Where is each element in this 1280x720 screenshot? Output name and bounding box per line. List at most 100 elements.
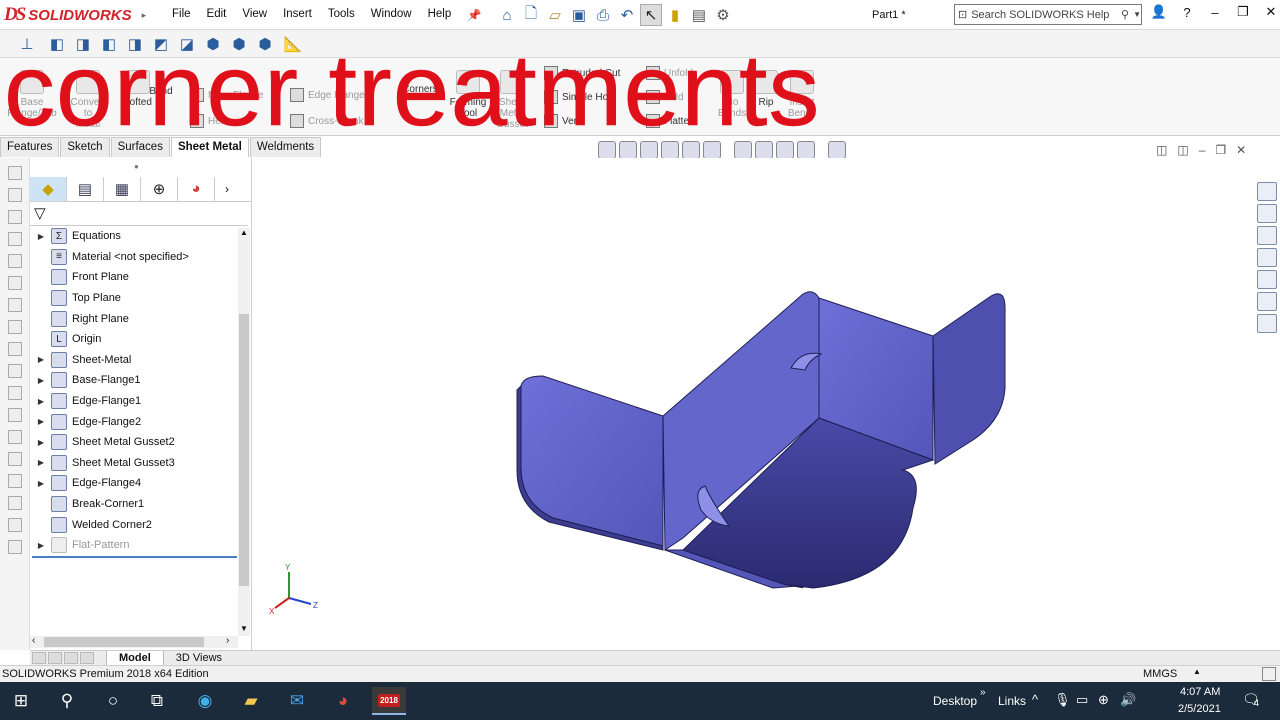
tree-item[interactable]: Front Plane	[30, 267, 238, 288]
print-icon[interactable]: ⎙	[592, 4, 614, 26]
tab-surfaces[interactable]: Surfaces	[110, 137, 170, 157]
tree-item[interactable]: Top Plane	[30, 288, 238, 309]
viewport-restore-button[interactable]: ❐	[1215, 143, 1226, 157]
strip-tool-3-icon[interactable]	[8, 210, 22, 224]
volume-icon[interactable]: 🔊	[1120, 692, 1136, 708]
search-dropdown-icon[interactable]: ▼	[1133, 10, 1141, 19]
view-settings-icon[interactable]	[828, 141, 846, 159]
edit-appearance-icon[interactable]	[776, 141, 794, 159]
viewport-close-button[interactable]: ✕	[1236, 143, 1246, 157]
display-manager-tab-icon[interactable]: ◕	[178, 176, 215, 201]
expand-arrow-icon[interactable]: ▶	[34, 438, 48, 447]
tree-item[interactable]: ▶ Sheet Metal Gusset3	[30, 453, 238, 474]
strip-tool-17-icon[interactable]	[8, 518, 22, 532]
expand-arrow-icon[interactable]: ▶	[34, 232, 48, 241]
restore-button[interactable]: ❐	[1232, 4, 1254, 20]
display-style-icon[interactable]	[734, 141, 752, 159]
edge-browser-icon[interactable]: ◉	[188, 687, 222, 715]
expand-arrow-icon[interactable]: ▶	[34, 355, 48, 364]
first-tab-nav-icon[interactable]	[32, 652, 46, 664]
custom-properties-icon[interactable]	[1257, 292, 1277, 311]
microphone-icon[interactable]: 🎙	[1054, 692, 1071, 708]
tab-model[interactable]: Model	[106, 650, 163, 666]
strip-tool-16-icon[interactable]	[8, 496, 22, 510]
horizontal-scroll-thumb[interactable]	[44, 637, 204, 647]
menu-help[interactable]: Help	[420, 6, 460, 24]
zoom-to-fit-icon[interactable]	[598, 141, 616, 159]
search-icon[interactable]: ⚲	[1121, 8, 1129, 21]
clock-date[interactable]: 2/5/2021	[1178, 703, 1221, 715]
graphics-viewport[interactable]: Y Z X	[253, 158, 1253, 650]
strip-tool-13-icon[interactable]	[8, 430, 22, 444]
strip-tool-8-icon[interactable]	[8, 320, 22, 334]
tree-item[interactable]: Break-Corner1	[30, 494, 238, 515]
strip-tool-11-icon[interactable]	[8, 386, 22, 400]
select-icon[interactable]: ↖	[640, 4, 662, 26]
tree-item[interactable]: ≡ Material <not specified>	[30, 247, 238, 268]
appearances-icon[interactable]	[1257, 270, 1277, 289]
hide-show-items-icon[interactable]	[755, 141, 773, 159]
tree-item[interactable]: ▶ Σ Equations	[30, 226, 238, 247]
tree-horizontal-scrollbar[interactable]: ‹ ›	[30, 635, 238, 648]
strip-tool-5-icon[interactable]	[8, 254, 22, 268]
chrome-icon[interactable]: ◕	[326, 687, 360, 715]
language-globe-icon[interactable]: ⊕	[1098, 692, 1109, 708]
menu-edit[interactable]: Edit	[199, 6, 235, 24]
rebuild-icon[interactable]: ▮	[664, 4, 686, 26]
solidworks-logo[interactable]: DS SOLIDWORKS ▸	[4, 2, 146, 28]
file-explorer-taskbar-icon[interactable]: ▰	[234, 687, 268, 715]
strip-tool-6-icon[interactable]	[8, 276, 22, 290]
expand-arrow-icon[interactable]: ▶	[34, 541, 48, 550]
solidworks-taskbar-icon[interactable]: 2018	[372, 687, 406, 715]
tab-sketch[interactable]: Sketch	[60, 137, 110, 157]
unit-system[interactable]: MMGS	[1143, 668, 1177, 680]
scroll-up-icon[interactable]: ▲	[240, 228, 248, 237]
show-hidden-icons-icon[interactable]: ^	[1032, 692, 1038, 707]
strip-tool-14-icon[interactable]	[8, 452, 22, 466]
tab-weldments[interactable]: Weldments	[249, 137, 322, 157]
status-help-icon[interactable]	[1262, 667, 1276, 681]
tab-features[interactable]: Features	[0, 137, 60, 157]
expand-arrow-icon[interactable]: ▶	[34, 376, 48, 385]
expand-arrow-icon[interactable]: ▶	[34, 397, 48, 406]
rollback-bar[interactable]	[32, 556, 237, 558]
strip-tool-18-icon[interactable]	[8, 540, 22, 554]
strip-tool-15-icon[interactable]	[8, 474, 22, 488]
pin-icon[interactable]: 📌	[459, 6, 489, 24]
expand-arrow-icon[interactable]: ▶	[34, 479, 48, 488]
strip-tool-7-icon[interactable]	[8, 298, 22, 312]
menu-view[interactable]: View	[234, 6, 275, 24]
user-icon[interactable]: 👤	[1148, 4, 1170, 20]
tab-3d-views[interactable]: 3D Views	[162, 650, 234, 666]
desktop-expand-icon[interactable]: »	[980, 687, 986, 698]
new-document-icon[interactable]: 🗋	[520, 4, 542, 26]
strip-tool-2-icon[interactable]	[8, 188, 22, 202]
tree-item[interactable]: ▶ Edge-Flange4	[30, 473, 238, 494]
expand-arrow-icon[interactable]: ▶	[34, 417, 48, 426]
scroll-left-icon[interactable]: ‹	[32, 635, 35, 646]
tree-item[interactable]: ▶ Edge-Flange1	[30, 391, 238, 412]
strip-tool-10-icon[interactable]	[8, 364, 22, 378]
save-icon[interactable]: ▣	[568, 4, 590, 26]
scroll-right-icon[interactable]: ›	[226, 635, 229, 646]
forum-icon[interactable]	[1257, 314, 1277, 333]
solidworks-resources-icon[interactable]	[1257, 182, 1277, 201]
tree-item[interactable]: ▶ Flat-Pattern	[30, 535, 238, 556]
cortana-icon[interactable]: ○	[96, 687, 130, 715]
undo-icon[interactable]: ↶	[616, 4, 638, 26]
filter-icon[interactable]: ▽	[34, 205, 46, 222]
tree-item[interactable]: L Origin	[30, 329, 238, 350]
close-button[interactable]: ✕	[1260, 4, 1280, 20]
next-tab-nav-icon[interactable]	[64, 652, 78, 664]
dimxpert-manager-tab-icon[interactable]: ⊕	[141, 176, 178, 201]
menu-insert[interactable]: Insert	[275, 6, 320, 24]
network-icon[interactable]: ▭	[1076, 692, 1088, 708]
help-search-box[interactable]: ⊡ Search SOLIDWORKS Help ⚲ ▼	[954, 4, 1142, 25]
file-explorer-icon[interactable]	[1257, 226, 1277, 245]
previous-view-icon[interactable]	[640, 141, 658, 159]
tab-sheet-metal[interactable]: Sheet Metal	[170, 137, 249, 157]
open-icon[interactable]: ▱	[544, 4, 566, 26]
tree-item[interactable]: ▶ Base-Flange1	[30, 370, 238, 391]
clock-time[interactable]: 4:07 AM	[1180, 686, 1220, 698]
tree-item[interactable]: ▶ Edge-Flange2	[30, 411, 238, 432]
